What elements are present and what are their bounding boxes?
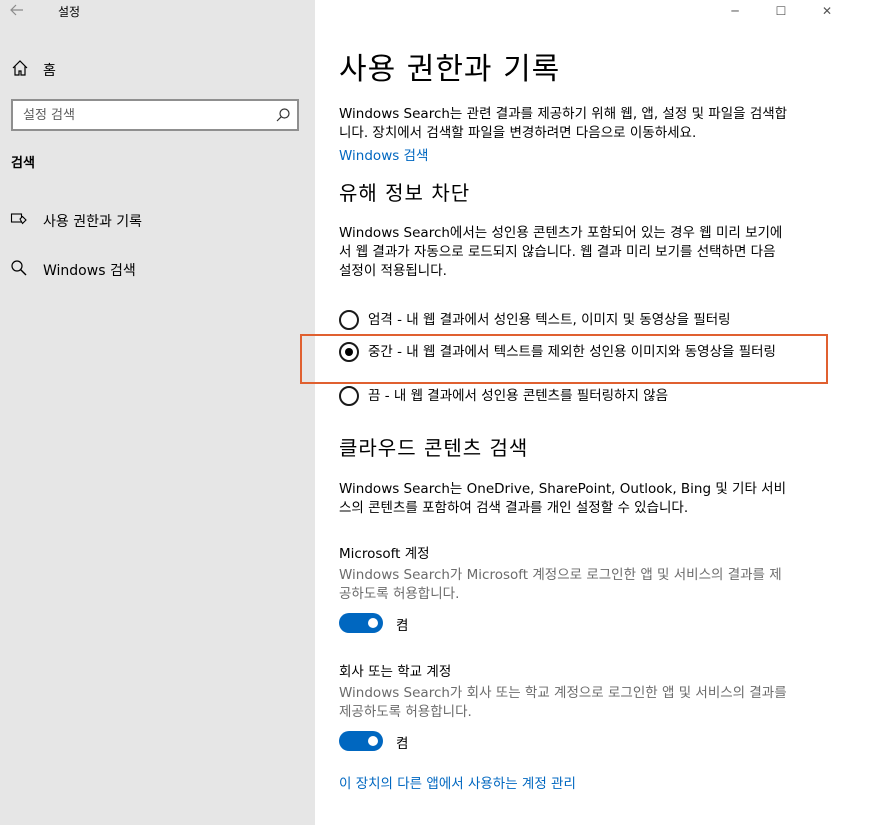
work-account-description: Windows Search가 회사 또는 학교 계정으로 로그인한 앱 및 서… [339, 685, 787, 720]
main-content: ─ ☐ ✕ 사용 권한과 기록 Windows Search는 관련 결과를 제… [300, 0, 892, 825]
work-account-toggle-label: 켬 [396, 736, 409, 752]
radio-button[interactable] [339, 386, 359, 406]
manage-accounts-link[interactable]: 이 장치의 다른 앱에서 사용하는 계정 관리 [339, 772, 576, 792]
permissions-icon [10, 210, 28, 228]
work-account-title: 회사 또는 학교 계정 [339, 664, 452, 680]
microsoft-account-toggle-label: 켬 [396, 618, 409, 634]
radio-label: 엄격 - 내 웹 결과에서 성인용 텍스트, 이미지 및 동영상을 필터링 [368, 312, 731, 328]
close-icon[interactable]: ✕ [804, 0, 850, 24]
settings-search-input[interactable] [13, 101, 263, 129]
back-arrow-icon[interactable] [9, 2, 29, 22]
sidebar-item-label: 사용 권한과 기록 [43, 214, 143, 230]
search-icon[interactable] [275, 107, 291, 123]
radio-option-off[interactable]: 끔 - 내 웹 결과에서 성인용 콘텐츠를 필터링하지 않음 [339, 386, 809, 408]
microsoft-account-title: Microsoft 계정 [339, 546, 430, 562]
cloud-search-description: Windows Search는 OneDrive, SharePoint, Ou… [339, 481, 787, 516]
sidebar-section-header: 검색 [11, 156, 35, 171]
cloud-search-heading: 클라우드 콘텐츠 검색 [339, 436, 529, 460]
app-title: 설정 [58, 5, 81, 19]
windows-search-link[interactable]: Windows 검색 [339, 144, 428, 164]
window-controls: ─ ☐ ✕ [712, 0, 892, 24]
maximize-icon[interactable]: ☐ [758, 0, 804, 24]
radio-button[interactable] [339, 310, 359, 330]
minimize-icon[interactable]: ─ [712, 0, 758, 24]
radio-option-strict[interactable]: 엄격 - 내 웹 결과에서 성인용 텍스트, 이미지 및 동영상을 필터링 [339, 310, 809, 332]
home-icon [11, 59, 29, 77]
radio-label: 중간 - 내 웹 결과에서 텍스트를 제외한 성인용 이미지와 동영상을 필터링 [368, 344, 776, 360]
sidebar-item-label: 홈 [43, 63, 56, 79]
page-title: 사용 권한과 기록 [339, 52, 561, 87]
search-icon [10, 259, 28, 277]
work-account-toggle[interactable] [339, 731, 383, 751]
toggle-knob [368, 618, 378, 628]
sidebar-item-label: Windows 검색 [43, 263, 136, 279]
sidebar-item-permissions-history[interactable]: 사용 권한과 기록 [0, 201, 315, 237]
microsoft-account-toggle[interactable] [339, 613, 383, 633]
sidebar: 설정 홈 검색 사용 권한과 기록 Windows 검색 [0, 0, 315, 825]
sidebar-item-home[interactable]: 홈 [0, 52, 315, 84]
microsoft-account-description: Windows Search가 Microsoft 계정으로 로그인한 앱 및 … [339, 567, 782, 602]
safesearch-heading: 유해 정보 차단 [339, 181, 471, 205]
settings-search-box[interactable] [11, 99, 299, 131]
safesearch-description: Windows Search에서는 성인용 콘텐츠가 포함되어 있는 경우 웹 … [339, 225, 783, 279]
sidebar-item-windows-search[interactable]: Windows 검색 [0, 250, 315, 286]
radio-option-moderate[interactable]: 중간 - 내 웹 결과에서 텍스트를 제외한 성인용 이미지와 동영상을 필터링 [339, 342, 809, 382]
intro-text: Windows Search는 관련 결과를 제공하기 위해 웹, 앱, 설정 … [339, 106, 788, 141]
radio-label: 끔 - 내 웹 결과에서 성인용 콘텐츠를 필터링하지 않음 [368, 388, 669, 404]
radio-button[interactable] [339, 342, 359, 362]
toggle-knob [368, 736, 378, 746]
